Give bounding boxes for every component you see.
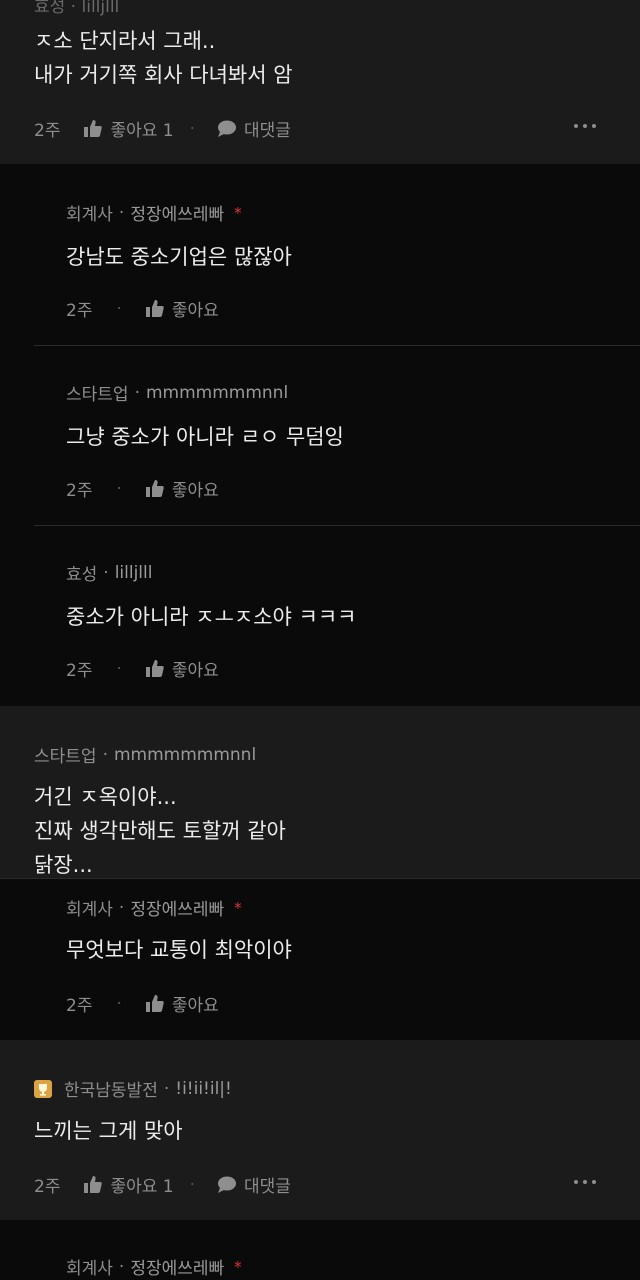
company-label: 스타트업: [34, 747, 97, 767]
thumbs-up-icon: [84, 120, 103, 137]
more-options-icon[interactable]: [574, 1180, 596, 1184]
reply-author: 회계사 · 정장에쓰레빠 *: [66, 1254, 242, 1280]
comment-line: 진짜 생각만해도 토할꺼 같아: [34, 819, 286, 843]
comment-body: 거긴 ㅈ옥이야... 진짜 생각만해도 토할꺼 같아 닭장...: [34, 780, 286, 878]
thumbs-up-icon: [145, 480, 164, 497]
comment-author-cut: 효성 · lilljlll: [34, 0, 119, 17]
author-star-icon: *: [234, 1257, 242, 1276]
timestamp: 2주: [66, 301, 93, 321]
comment-author: 한국남동발전 · !i!ii!il|!: [34, 1076, 232, 1101]
company-label: 회계사: [66, 900, 113, 920]
speech-bubble-icon: [218, 1176, 237, 1193]
reply-author: 스타트업 · mmmmmmmnnl: [66, 380, 288, 406]
reply-body: 강남도 중소기업은 많잖아: [66, 245, 292, 269]
nickname[interactable]: 정장에쓰레빠: [130, 895, 224, 920]
reply-4: 회계사 · 정장에쓰레빠 * 무엇보다 교통이 최악이야 2주 · 좋아요: [0, 878, 640, 1040]
reply-body: 그냥 중소가 아니라 ㄹㅇ 무덤잉: [66, 425, 344, 449]
timestamp: 2주: [66, 481, 93, 501]
author-star-icon: *: [234, 898, 242, 917]
like-button[interactable]: 좋아요: [145, 991, 219, 1016]
nickname[interactable]: mmmmmmmnnl: [146, 383, 288, 403]
comment-line: 거긴 ㅈ옥이야...: [34, 785, 177, 809]
thumbs-up-icon: [145, 660, 164, 677]
reply-actions: 2주 · 좋아요: [66, 296, 219, 322]
timestamp: 2주: [34, 121, 61, 141]
company-label: 효성: [66, 565, 98, 585]
reply-author: 회계사 · 정장에쓰레빠 *: [66, 200, 242, 226]
comment-actions: 2주 좋아요 1 · 대댓글: [34, 1172, 291, 1198]
reply-2: 스타트업 · mmmmmmmnnl 그냥 중소가 아니라 ㄹㅇ 무덤잉 2주 ·…: [0, 346, 640, 526]
like-button[interactable]: 좋아요: [145, 296, 219, 321]
author-star-icon: *: [234, 203, 242, 222]
like-label: 좋아요: [171, 301, 219, 321]
like-label: 좋아요: [171, 481, 219, 501]
comment-actions: 2주 좋아요 1 · 대댓글: [34, 116, 291, 142]
reply-actions: 2주 · 좋아요: [66, 476, 219, 502]
reply-body: 중소가 아니라 ㅈㅗㅈ소야 ㅋㅋㅋ: [66, 605, 357, 629]
like-button[interactable]: 좋아요 1: [84, 1172, 174, 1197]
comment-body: 느끼는 그게 맞아: [34, 1119, 183, 1143]
reply-3: 효성 · lilljlll 중소가 아니라 ㅈㅗㅈ소야 ㅋㅋㅋ 2주 · 좋아요: [0, 526, 640, 706]
like-button[interactable]: 좋아요 1: [84, 116, 174, 141]
like-label: 좋아요: [171, 661, 219, 681]
reply-author: 회계사 · 정장에쓰레빠 *: [66, 895, 242, 921]
reply-label: 대댓글: [244, 1177, 291, 1197]
nickname[interactable]: !i!ii!il|!: [175, 1079, 232, 1099]
nickname[interactable]: 정장에쓰레빠: [130, 200, 224, 225]
like-label: 좋아요: [171, 996, 219, 1016]
reply-1: 회계사 · 정장에쓰레빠 * 강남도 중소기업은 많잖아 2주 · 좋아요: [0, 164, 640, 346]
thumbs-up-icon: [145, 995, 164, 1012]
nickname[interactable]: lilljlll: [82, 0, 120, 17]
company-label: 스타트업: [66, 385, 129, 405]
speech-bubble-icon: [218, 120, 237, 137]
nickname[interactable]: mmmmmmmnnl: [114, 745, 256, 765]
comment-line: ㅈ소 단지라서 그래..: [34, 29, 216, 53]
comment-2: 스타트업 · mmmmmmmnnl 거긴 ㅈ옥이야... 진짜 생각만해도 토할…: [0, 706, 640, 878]
like-count: 좋아요 1: [110, 121, 174, 141]
company-label: 한국남동발전: [64, 1081, 158, 1101]
company-label: 효성: [34, 0, 66, 17]
timestamp: 2주: [66, 996, 93, 1016]
reply-5: 회계사 · 정장에쓰레빠 *: [0, 1220, 640, 1280]
reply-actions: 2주 · 좋아요: [66, 991, 219, 1017]
like-button[interactable]: 좋아요: [145, 476, 219, 501]
reply-actions: 2주 · 좋아요: [66, 656, 219, 682]
comment-1: 효성 · lilljlll ㅈ소 단지라서 그래.. 내가 거기쪽 회사 다녀봐…: [0, 0, 640, 164]
company-label: 회계사: [66, 205, 113, 225]
reply-body: 무엇보다 교통이 최악이야: [66, 938, 292, 962]
reply-author: 효성 · lilljlll: [66, 560, 153, 586]
trophy-badge-icon: [34, 1079, 52, 1098]
more-options-icon[interactable]: [574, 124, 596, 128]
comment-line: 내가 거기쪽 회사 다녀봐서 암: [34, 63, 293, 87]
company-label: 회계사: [66, 1259, 113, 1279]
like-button[interactable]: 좋아요: [145, 656, 219, 681]
comment-author: 스타트업 · mmmmmmmnnl: [34, 742, 256, 768]
nickname[interactable]: 정장에쓰레빠: [130, 1254, 224, 1279]
timestamp: 2주: [66, 661, 93, 681]
reply-button[interactable]: 대댓글: [217, 116, 291, 141]
thumbs-up-icon: [145, 300, 164, 317]
comment-3: 한국남동발전 · !i!ii!il|! 느끼는 그게 맞아 2주 좋아요 1 ·…: [0, 1040, 640, 1220]
separator: ·: [189, 1174, 196, 1195]
separator: ·: [189, 118, 196, 139]
timestamp: 2주: [34, 1177, 61, 1197]
thumbs-up-icon: [84, 1176, 103, 1193]
comment-line: 닭장...: [34, 853, 93, 877]
reply-button[interactable]: 대댓글: [217, 1172, 291, 1197]
reply-label: 대댓글: [244, 121, 291, 141]
nickname[interactable]: lilljlll: [115, 563, 153, 583]
comment-body: ㅈ소 단지라서 그래.. 내가 거기쪽 회사 다녀봐서 암: [34, 24, 293, 92]
like-count: 좋아요 1: [110, 1177, 174, 1197]
